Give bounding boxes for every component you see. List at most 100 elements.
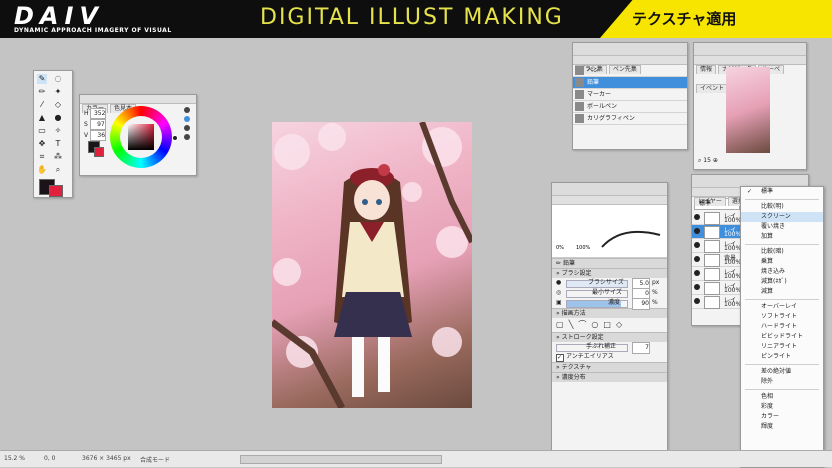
navigator-thumbnail[interactable] bbox=[726, 67, 770, 153]
blend-option-highlighted[interactable]: スクリーン bbox=[741, 212, 823, 222]
blend-option[interactable]: 色相 bbox=[741, 392, 823, 402]
blend-option[interactable]: オーバーレイ bbox=[741, 302, 823, 312]
brush-item[interactable]: ペン bbox=[573, 65, 687, 77]
brush-size-row[interactable]: ● ブラシサイズ 5.0 px bbox=[552, 278, 667, 290]
section-texture[interactable]: » テクスチャ bbox=[552, 362, 667, 372]
blend-option[interactable]: ソフトライト bbox=[741, 312, 823, 322]
draw-line-icon[interactable]: ╲ bbox=[569, 320, 579, 329]
blend-option[interactable]: ピンライト bbox=[741, 352, 823, 362]
airbrush-icon[interactable]: ✦ bbox=[53, 87, 63, 97]
daiv-logo: DAIV bbox=[14, 2, 104, 30]
blend-option[interactable]: カラー bbox=[741, 412, 823, 422]
blend-option[interactable]: 除外 bbox=[741, 377, 823, 387]
blend-option[interactable]: 差の絶対値 bbox=[741, 367, 823, 377]
antialias-checkbox[interactable]: ✓ bbox=[556, 354, 564, 362]
crop-icon[interactable]: ⌗ bbox=[37, 152, 47, 162]
navigator-zoom-value[interactable]: 15 bbox=[703, 157, 711, 164]
draw-poly-icon[interactable]: ◇ bbox=[616, 320, 627, 329]
hue-marker-icon[interactable] bbox=[172, 135, 178, 141]
pen-tool-icon[interactable]: ✎ bbox=[37, 74, 47, 84]
layer-opacity: 100% bbox=[724, 231, 742, 238]
s-value-input[interactable]: 97 bbox=[89, 119, 106, 130]
tab-info[interactable]: 情報 bbox=[696, 65, 717, 74]
mode-dot-icon[interactable] bbox=[184, 107, 190, 113]
blend-option[interactable]: ビビッドライト bbox=[741, 332, 823, 342]
brush-item-selected[interactable]: 鉛筆 bbox=[573, 77, 687, 89]
navigator-panel: 情報ナビゲータルーペイベント ⌕ 15 ⊕ bbox=[693, 42, 807, 170]
brush-item[interactable]: ボールペン bbox=[573, 101, 687, 113]
blend-option[interactable]: 比較(明) bbox=[741, 202, 823, 212]
min-size-unit: % bbox=[652, 289, 658, 296]
mode-dot-icon[interactable] bbox=[184, 134, 190, 140]
pencil-brush-icon bbox=[575, 78, 584, 87]
mode-dot-icon[interactable] bbox=[184, 116, 190, 122]
lasso-icon[interactable]: ◌ bbox=[53, 74, 63, 84]
section-density-distribution[interactable]: » 濃度分布 bbox=[552, 372, 667, 382]
ballpen-brush-icon bbox=[575, 102, 584, 111]
blend-option[interactable]: ハードライト bbox=[741, 322, 823, 332]
background-color-swatch[interactable] bbox=[49, 185, 63, 197]
min-size-row[interactable]: ◎ 最小サイズ 0 % bbox=[552, 288, 667, 300]
mode-dot-icon[interactable] bbox=[184, 125, 190, 131]
section-texture-label: テクスチャ bbox=[561, 364, 592, 371]
artwork-illustration bbox=[272, 122, 472, 408]
blur-icon[interactable]: ● bbox=[53, 113, 63, 123]
section-brush-settings[interactable]: » ブラシ設定 bbox=[552, 268, 667, 278]
section-stroke-settings[interactable]: » ストローク設定 bbox=[552, 332, 667, 342]
pencil-icon[interactable]: ✏ bbox=[37, 87, 47, 97]
status-size: 3676 × 3465 px bbox=[82, 455, 131, 462]
hand-icon[interactable]: ✋ bbox=[37, 165, 47, 175]
eyedropper-icon[interactable]: ⁂ bbox=[53, 152, 63, 162]
zoom-in-icon[interactable]: ⊕ bbox=[713, 157, 718, 164]
move-icon[interactable]: ✥ bbox=[37, 139, 47, 149]
brush-settings-panel: 鉛筆 0% 100% ✏ 鉛筆 » ブラシ設定 ● ブラシサイズ 5.0 px … bbox=[551, 182, 668, 452]
blend-option[interactable]: 輝度 bbox=[741, 422, 823, 432]
color-panel-header: カラー色見本 bbox=[80, 95, 196, 113]
sv-square[interactable] bbox=[128, 124, 154, 150]
visibility-eye-icon[interactable] bbox=[694, 256, 700, 262]
blend-option[interactable]: 彩度 bbox=[741, 402, 823, 412]
blend-option[interactable]: 加算 bbox=[741, 232, 823, 242]
v-value-input[interactable]: 36 bbox=[90, 130, 107, 141]
mini-bg-swatch[interactable] bbox=[94, 147, 104, 157]
select-icon[interactable]: ▭ bbox=[37, 126, 47, 136]
draw-curve-icon[interactable]: ⌒ bbox=[578, 320, 591, 329]
zoom-out-icon[interactable]: ⌕ bbox=[698, 157, 701, 164]
blend-option[interactable]: 覆い焼き bbox=[741, 222, 823, 232]
stabilizer-row[interactable]: 手ぶれ補正 7 bbox=[552, 342, 667, 354]
draw-rect-icon[interactable]: □ bbox=[603, 320, 616, 329]
density-row[interactable]: ▣ 濃度 90 % bbox=[552, 298, 667, 310]
brush-list-titlebar bbox=[573, 43, 687, 56]
brush-item[interactable]: マーカー bbox=[573, 89, 687, 101]
draw-normal-icon[interactable]: ▢ bbox=[556, 320, 569, 329]
visibility-eye-icon[interactable] bbox=[694, 298, 700, 304]
blend-option[interactable]: 焼き込み bbox=[741, 267, 823, 277]
visibility-eye-icon[interactable] bbox=[694, 214, 700, 220]
draw-ellipse-icon[interactable]: ○ bbox=[591, 320, 603, 329]
blend-option[interactable]: 比較(暗) bbox=[741, 247, 823, 257]
blend-option[interactable]: 乗算 bbox=[741, 257, 823, 267]
blend-option[interactable]: ✓ 標準 bbox=[741, 187, 823, 197]
tab-event[interactable]: イベント bbox=[696, 84, 729, 93]
visibility-eye-icon[interactable] bbox=[694, 284, 700, 290]
blend-option[interactable]: 減算 bbox=[741, 287, 823, 297]
blend-option[interactable]: リニアライト bbox=[741, 342, 823, 352]
eraser-icon[interactable]: ◇ bbox=[53, 100, 63, 110]
brush-icon[interactable]: ⁄ bbox=[37, 100, 47, 110]
canvas-artwork[interactable] bbox=[272, 122, 472, 408]
zoom-icon[interactable]: ⌕ bbox=[53, 165, 63, 175]
visibility-eye-icon[interactable] bbox=[694, 228, 700, 234]
visibility-eye-icon[interactable] bbox=[694, 242, 700, 248]
horizontal-scrollbar[interactable] bbox=[240, 455, 442, 464]
brush-item[interactable]: カリグラフィペン bbox=[573, 113, 687, 125]
fill-icon[interactable]: ▲ bbox=[37, 113, 47, 123]
h-value-input[interactable]: 352 bbox=[90, 108, 107, 119]
layer-thumbnail bbox=[704, 268, 720, 281]
density-value[interactable]: 90 bbox=[632, 298, 650, 310]
blend-option[interactable]: 減算(ﾈｶﾞ) bbox=[741, 277, 823, 287]
antialias-row[interactable]: ✓ アンチエイリアス bbox=[552, 352, 667, 362]
visibility-eye-icon[interactable] bbox=[694, 270, 700, 276]
text-icon[interactable]: T bbox=[53, 139, 63, 149]
wand-icon[interactable]: ✧ bbox=[53, 126, 63, 136]
layer-thumbnail bbox=[704, 212, 720, 225]
